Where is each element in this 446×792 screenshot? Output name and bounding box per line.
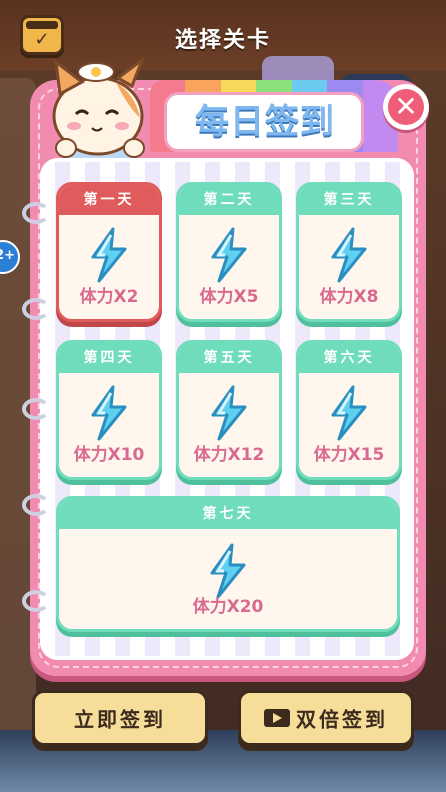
binder-ring-icon <box>22 202 50 224</box>
double-sign-in-button[interactable]: 双倍签到 <box>238 690 414 746</box>
day-reward: 体力X5 <box>199 287 259 307</box>
binder-ring-icon <box>22 590 50 612</box>
day-label: 第五天 <box>179 343 279 373</box>
day-card-5[interactable]: 第五天 体力X12 <box>176 340 282 480</box>
energy-bolt-icon <box>210 543 246 599</box>
scene-title: 选择关卡 <box>174 28 271 53</box>
day-label: 第四天 <box>59 343 159 373</box>
double-sign-in-label: 双倍签到 <box>296 707 388 732</box>
age-rating-label: 2+ <box>0 248 15 263</box>
day-card-3[interactable]: 第三天 体力X8 <box>296 182 402 322</box>
dialog-title: 每日签到 <box>195 102 335 142</box>
binder-ring-icon <box>22 494 50 516</box>
day-label: 第三天 <box>299 185 399 215</box>
day-reward: 体力X2 <box>79 287 139 307</box>
day-card-6[interactable]: 第六天 体力X15 <box>296 340 402 480</box>
sign-in-label: 立即签到 <box>74 707 166 732</box>
close-button[interactable]: ✕ <box>383 84 429 130</box>
close-icon: ✕ <box>388 89 424 125</box>
energy-bolt-icon <box>331 227 367 283</box>
video-icon <box>264 708 290 727</box>
energy-bolt-icon <box>91 385 127 441</box>
day-label: 第六天 <box>299 343 399 373</box>
day-reward: 体力X12 <box>193 445 265 465</box>
day-card-4[interactable]: 第四天 体力X10 <box>56 340 162 480</box>
day-card-7[interactable]: 第七天 体力X20 <box>56 496 400 632</box>
day-card-2[interactable]: 第二天 体力X5 <box>176 182 282 322</box>
binder-ring-icon <box>22 298 50 320</box>
day-label: 第一天 <box>59 185 159 215</box>
check-icon: ✓ <box>34 29 50 50</box>
cat-mascot-icon <box>52 56 146 166</box>
day-label: 第二天 <box>179 185 279 215</box>
day-card-1[interactable]: 第一天 体力X2 <box>56 182 162 322</box>
energy-bolt-icon <box>91 227 127 283</box>
day-reward: 体力X15 <box>313 445 385 465</box>
energy-bolt-icon <box>211 227 247 283</box>
calendar-button[interactable]: ✓ <box>20 15 64 55</box>
day-reward: 体力X10 <box>73 445 145 465</box>
calendar-icon <box>26 21 58 29</box>
sign-in-button[interactable]: 立即签到 <box>32 690 208 746</box>
day-label: 第七天 <box>59 499 397 529</box>
binder-ring-icon <box>22 398 50 420</box>
energy-bolt-icon <box>331 385 367 441</box>
day-reward: 体力X8 <box>319 287 379 307</box>
energy-bolt-icon <box>211 385 247 441</box>
day-reward: 体力X20 <box>192 597 264 617</box>
